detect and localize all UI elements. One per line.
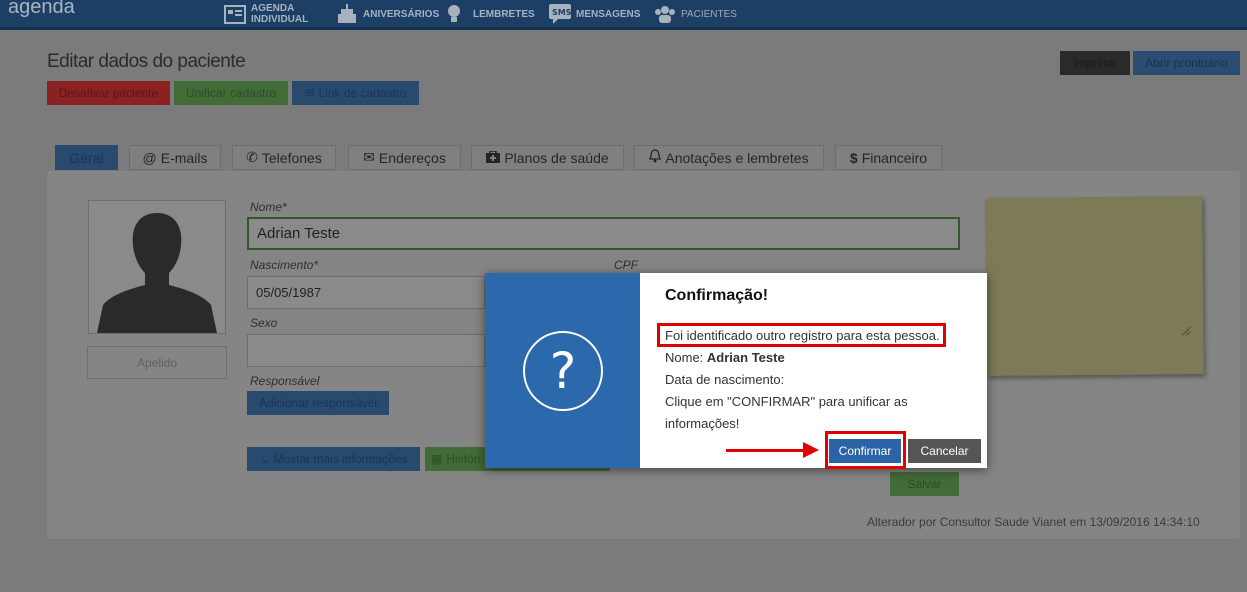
add-responsible-button[interactable]: Adicionar responsável [247, 391, 389, 415]
tab-planos-saude[interactable]: Planos de saúde [471, 145, 624, 170]
button-label: Históri [446, 452, 481, 466]
sms-icon: SMS [549, 4, 572, 24]
dialog-instruction-1: Clique em "CONFIRMAR" para unificar as [665, 394, 908, 409]
tab-label: E-mails [160, 149, 208, 166]
lightbulb-icon [446, 4, 468, 24]
svg-text:SMS: SMS [552, 8, 571, 17]
nav-label: AGENDA INDIVIDUAL [251, 3, 309, 25]
envelope-icon: ✉ [304, 86, 315, 100]
calendar-icon [224, 4, 246, 24]
avatar-silhouette-icon [97, 213, 217, 333]
nav-label: ANIVERSÁRIOS [363, 8, 440, 20]
merge-record-button[interactable]: Unificar cadastro [174, 81, 288, 105]
tab-label: Endereços [378, 149, 446, 166]
birth-label: Nascimento* [250, 258, 319, 272]
nav-label: PACIENTES [681, 8, 737, 20]
cake-icon [336, 4, 358, 24]
bell-icon [649, 149, 662, 166]
tab-label: Planos de saúde [504, 149, 609, 166]
chevron-down-icon: ⌄ [259, 452, 270, 466]
nav-aniversarios[interactable]: ANIVERSÁRIOS [336, 0, 439, 28]
dialog-icon-panel: ? [485, 273, 640, 468]
brand-logo[interactable]: agenda [8, 0, 75, 19]
last-modified-note: Alterador por Consultor Saude Vianet em … [867, 515, 1200, 529]
dollar-icon: $ [849, 149, 858, 166]
name-input[interactable]: Adrian Teste [247, 217, 960, 250]
phone-icon: ✆ [246, 149, 258, 165]
responsible-label: Responsável [250, 374, 320, 388]
tab-telefones[interactable]: ✆ Telefones [232, 145, 336, 170]
button-label: Link de cadastro [318, 86, 407, 100]
annotation-arrow-head [803, 442, 819, 458]
print-button[interactable]: Imprimir [1060, 51, 1130, 75]
nav-agenda-individual[interactable]: AGENDA INDIVIDUAL [224, 0, 308, 28]
cpf-label: CPF [614, 258, 638, 272]
confirmation-dialog: ? Confirmação! Foi identificado outro re… [485, 273, 987, 468]
birth-date-input[interactable]: 05/05/1987 [247, 276, 485, 309]
nickname-input[interactable]: Apelido [87, 346, 227, 379]
sticky-note[interactable] [985, 196, 1204, 376]
confirm-highlight-box [825, 431, 906, 469]
tab-financeiro[interactable]: $ Financeiro [835, 145, 942, 170]
more-info-button[interactable]: ⌄ Mostar mais informações [247, 447, 420, 471]
nav-label: MENSAGENS [576, 8, 641, 20]
calendar-icon: ▦ [431, 452, 443, 466]
nav-pacientes[interactable]: PACIENTES [654, 0, 737, 28]
dialog-instruction-2: informações! [665, 416, 740, 431]
sex-select[interactable] [247, 334, 485, 367]
at-icon: @ [142, 149, 157, 166]
dialog-birth-label: Data de nascimento: [665, 372, 785, 387]
sex-label: Sexo [250, 316, 278, 330]
message-highlight-box [657, 323, 946, 347]
open-record-button[interactable]: Abrir prontuário [1133, 51, 1240, 75]
page-title: Editar dados do paciente [47, 51, 246, 72]
button-label: Mostar mais informações [273, 452, 408, 466]
patient-photo[interactable] [88, 200, 226, 334]
deactivate-patient-button[interactable]: Desativar paciente [47, 81, 170, 105]
tab-label: Anotações e lembretes [665, 149, 809, 166]
dialog-name-value: Adrian Teste [706, 350, 785, 365]
dialog-name-row: Nome: Adrian Teste [665, 350, 785, 365]
registration-link-button[interactable]: ✉ Link de cadastro [292, 81, 419, 105]
nav-lembretes[interactable]: LEMBRETES [446, 0, 535, 28]
save-button[interactable]: Salvar [890, 472, 959, 496]
annotation-arrow [726, 449, 806, 452]
cancel-button[interactable]: Cancelar [908, 439, 981, 463]
question-icon: ? [523, 331, 603, 411]
dialog-title: Confirmação! [665, 287, 769, 304]
name-label: Nome* [250, 200, 287, 214]
tab-label: Geral [69, 149, 104, 166]
resize-handle-icon [1182, 326, 1191, 336]
tab-geral[interactable]: Geral [55, 145, 118, 170]
nav-label: LEMBRETES [473, 8, 535, 20]
dialog-name-label: Nome: [665, 350, 704, 365]
users-icon [654, 4, 676, 24]
top-navbar: agenda AGENDA INDIVIDUAL ANIVERSÁRIOS LEM… [0, 0, 1247, 30]
tab-enderecos[interactable]: ✉ Endereços [348, 145, 461, 170]
tab-anotacoes[interactable]: Anotações e lembretes [634, 145, 824, 170]
nav-mensagens[interactable]: SMS MENSAGENS [549, 0, 640, 28]
tab-label: Financeiro [861, 149, 928, 166]
tab-emails[interactable]: @ E-mails [129, 145, 221, 170]
tab-label: Telefones [261, 149, 322, 166]
envelope-icon: ✉ [363, 149, 375, 165]
medkit-icon [486, 149, 501, 166]
